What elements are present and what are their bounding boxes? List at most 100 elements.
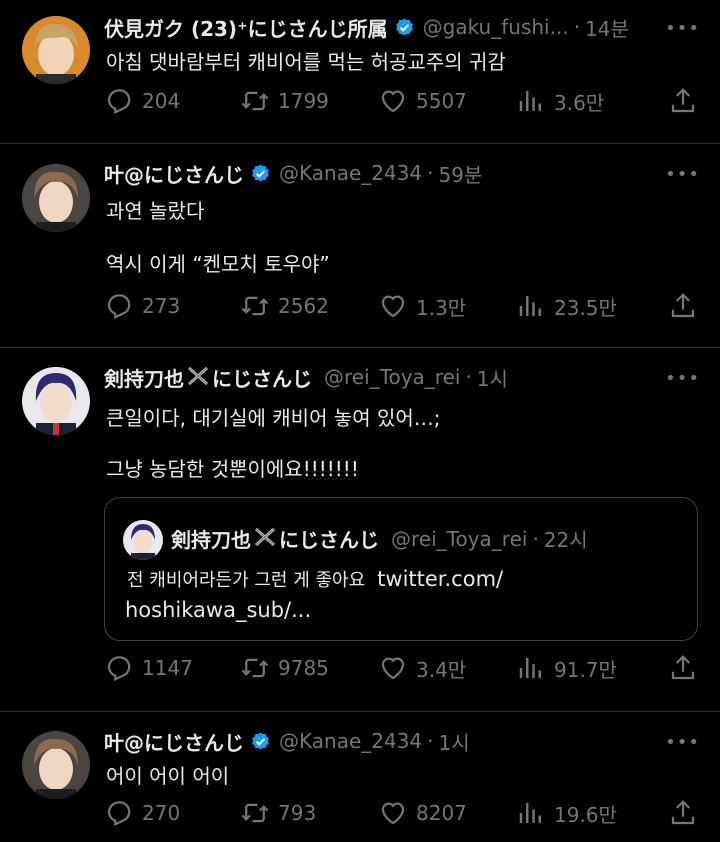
separator: ·	[427, 729, 434, 753]
retweet-button[interactable]: 1799	[240, 86, 329, 116]
avatar[interactable]	[22, 731, 90, 799]
retweet-count: 9785	[278, 656, 329, 680]
separator: ·	[532, 526, 539, 551]
separator: ·	[573, 15, 581, 39]
reply-button[interactable]: 273	[104, 291, 180, 321]
handle[interactable]: @Kanae_2434	[279, 729, 422, 753]
display-name[interactable]: 剣持刀也 にじさんじ	[104, 363, 312, 392]
views-icon	[519, 658, 541, 678]
reply-button[interactable]: 1147	[104, 653, 193, 683]
like-button[interactable]: 5507	[378, 86, 467, 116]
views-icon	[519, 296, 541, 316]
handle[interactable]: @Kanae_2434	[279, 161, 422, 185]
retweet-icon	[241, 296, 269, 316]
views-count: 23.5만	[554, 295, 617, 320]
more-icon[interactable]: •••	[665, 164, 700, 185]
tweet-text: 그냥 농담한 것뿐이에요!!!!!!!	[106, 457, 359, 481]
verified-badge-icon	[250, 731, 271, 752]
quoted-timestamp: 22시	[543, 528, 588, 552]
retweet-button[interactable]: 9785	[240, 653, 329, 683]
like-button[interactable]: 8207	[378, 798, 467, 828]
reply-icon	[107, 294, 131, 320]
retweet-icon	[241, 803, 269, 823]
avatar[interactable]	[22, 16, 90, 84]
reply-icon	[107, 801, 131, 827]
more-icon[interactable]: •••	[665, 732, 700, 753]
like-button[interactable]: 3.4만	[378, 653, 466, 683]
quoted-tweet[interactable]: 剣持刀也 にじさんじ @rei_Toya_rei · 22시 전 캐비어라든가 그…	[104, 497, 698, 641]
tweet[interactable]: 剣持刀也 にじさんじ @rei_Toya_rei · 1시 ••• 큰일이다, 대…	[0, 347, 720, 712]
reply-button[interactable]: 270	[104, 798, 180, 828]
retweet-count: 2562	[278, 294, 329, 318]
like-button[interactable]: 1.3만	[378, 291, 466, 321]
avatar[interactable]	[22, 164, 90, 232]
like-icon	[381, 90, 405, 113]
retweet-button[interactable]: 793	[240, 798, 316, 828]
like-count: 5507	[416, 89, 467, 113]
quoted-avatar[interactable]	[123, 520, 163, 560]
display-name[interactable]: 伏見ガク (23)⁺にじさんじ所属	[104, 13, 388, 42]
crossed-swords-icon	[253, 527, 277, 552]
quoted-text: 전 캐비어라든가 그런 게 좋아요 twitter.com/	[127, 567, 504, 591]
action-bar: 1147 9785 3.4만 91.7만	[104, 653, 698, 689]
share-icon	[671, 293, 695, 318]
tweet[interactable]: 伏見ガク (23)⁺にじさんじ所属 @gaku_fushi... · 14분 •…	[0, 0, 720, 144]
like-icon	[381, 657, 405, 680]
tweet-header: 伏見ガク (23)⁺にじさんじ所属 @gaku_fushi... · 14분 •…	[104, 12, 700, 42]
retweet-icon	[241, 658, 269, 678]
display-name[interactable]: 叶@にじさんじ	[104, 727, 244, 756]
handle[interactable]: @gaku_fushi...	[423, 15, 569, 39]
quoted-header: 剣持刀也 にじさんじ @rei_Toya_rei · 22시	[171, 524, 588, 553]
views-icon	[519, 803, 541, 823]
quoted-link[interactable]: hoshikawa_sub/...	[125, 598, 311, 622]
like-icon	[381, 802, 405, 825]
action-bar: 273 2562 1.3만 23.5만	[104, 291, 698, 327]
tweet-text: 큰일이다, 대기실에 캐비어 놓여 있어…;	[106, 406, 441, 430]
views-count: 91.7만	[554, 657, 617, 682]
share-icon	[671, 88, 695, 113]
tweet[interactable]: 叶@にじさんじ @Kanae_2434 · 1시 ••• 어이 어이 어이 27…	[0, 711, 720, 842]
share-button[interactable]	[668, 86, 698, 116]
reply-button[interactable]: 204	[104, 86, 180, 116]
quoted-link[interactable]: twitter.com/	[377, 567, 503, 591]
share-button[interactable]	[668, 291, 698, 321]
tweet[interactable]: 叶@にじさんじ @Kanae_2434 · 59분 ••• 과연 놀랐다 역시 …	[0, 143, 720, 348]
timestamp[interactable]: 1시	[439, 727, 470, 756]
tweet-header: 叶@にじさんじ @Kanae_2434 · 59분 •••	[104, 158, 700, 188]
reply-count: 273	[142, 294, 181, 318]
timestamp[interactable]: 1시	[477, 363, 508, 392]
views-button[interactable]: 3.6만	[516, 86, 604, 116]
retweet-button[interactable]: 2562	[240, 291, 329, 321]
timestamp[interactable]: 14분	[585, 13, 629, 42]
more-icon[interactable]: •••	[665, 368, 700, 389]
handle[interactable]: @rei_Toya_rei	[324, 365, 460, 389]
quoted-handle: @rei_Toya_rei	[391, 526, 528, 551]
share-icon	[671, 800, 695, 825]
views-button[interactable]: 23.5만	[516, 291, 617, 321]
views-button[interactable]: 19.6만	[516, 798, 617, 828]
separator: ·	[427, 161, 434, 185]
views-count: 19.6만	[554, 802, 617, 827]
retweet-count: 793	[278, 801, 317, 825]
verified-badge-icon	[394, 17, 415, 38]
tweet-header: 剣持刀也 にじさんじ @rei_Toya_rei · 1시 •••	[104, 362, 700, 392]
tweet-text: 어이 어이 어이	[106, 764, 230, 788]
avatar[interactable]	[22, 367, 90, 435]
share-button[interactable]	[668, 653, 698, 683]
reply-icon	[107, 656, 131, 682]
like-icon	[381, 295, 405, 318]
reply-count: 270	[142, 801, 181, 825]
tweet-header: 叶@にじさんじ @Kanae_2434 · 1시 •••	[104, 726, 700, 756]
share-icon	[671, 655, 695, 680]
retweet-count: 1799	[278, 89, 329, 113]
reply-count: 1147	[142, 656, 193, 680]
views-button[interactable]: 91.7만	[516, 653, 617, 683]
action-bar: 270 793 8207 19.6만	[104, 798, 698, 834]
views-count: 3.6만	[554, 90, 605, 115]
more-icon[interactable]: •••	[665, 18, 700, 39]
timestamp[interactable]: 59분	[439, 159, 483, 188]
display-name[interactable]: 叶@にじさんじ	[104, 159, 244, 188]
share-button[interactable]	[668, 798, 698, 828]
retweet-icon	[241, 91, 269, 111]
like-count: 8207	[416, 801, 467, 825]
